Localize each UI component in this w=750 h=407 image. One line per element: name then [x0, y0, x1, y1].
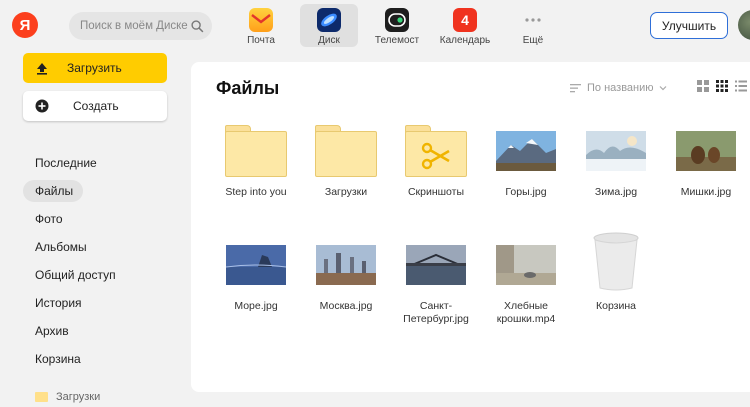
- search-box[interactable]: [69, 12, 212, 40]
- image-thumbnail: [406, 245, 466, 285]
- file-tile[interactable]: Море.jpg: [211, 236, 301, 313]
- plus-circle-icon: [35, 99, 49, 113]
- sidebar-pinned-folder[interactable]: Загрузки: [35, 391, 100, 403]
- folder-icon: [35, 392, 48, 402]
- avatar[interactable]: [738, 10, 750, 40]
- sidebar-item-recent[interactable]: Последние: [23, 152, 97, 174]
- image-thumbnail: [676, 131, 736, 171]
- view-large-tiles-icon[interactable]: [697, 80, 709, 92]
- sidebar-pinned-folder-label: Загрузки: [56, 391, 101, 403]
- search-input[interactable]: [80, 20, 188, 32]
- trash-icon: [593, 232, 639, 291]
- page-title: Файлы: [216, 78, 280, 98]
- sidebar-item-archive[interactable]: Архив: [23, 320, 69, 342]
- sidebar-item-history[interactable]: История: [23, 292, 82, 314]
- file-tile[interactable]: Загрузки: [301, 122, 391, 199]
- app-telemost-label: Телемост: [374, 35, 420, 46]
- view-small-tiles-icon[interactable]: [716, 80, 728, 92]
- chevron-down-icon: [659, 86, 666, 91]
- sort-dropdown[interactable]: По названию: [570, 82, 667, 94]
- upload-button-label: Загрузить: [67, 61, 122, 75]
- image-thumbnail: [586, 131, 646, 171]
- upgrade-button[interactable]: Улучшить: [650, 12, 728, 39]
- file-tile[interactable]: Зима.jpg: [571, 122, 661, 199]
- upload-icon: [37, 63, 47, 75]
- sidebar-item-files[interactable]: Файлы: [23, 180, 83, 202]
- image-thumbnail: [226, 245, 286, 285]
- file-tile[interactable]: Step into you: [211, 122, 301, 199]
- image-thumbnail: [316, 245, 376, 285]
- file-tile[interactable]: Москва.jpg: [301, 236, 391, 313]
- file-name: Загрузки: [324, 186, 368, 198]
- file-tile[interactable]: Мишки.jpg: [661, 122, 750, 199]
- sort-icon: [570, 84, 581, 93]
- file-name: Москва.jpg: [319, 300, 373, 312]
- files-panel: [191, 62, 750, 392]
- sidebar-item-shared[interactable]: Общий доступ: [23, 264, 116, 286]
- app-disk[interactable]: Диск: [300, 4, 358, 47]
- create-button-label: Создать: [73, 99, 119, 113]
- app-mail-label: Почта: [247, 35, 275, 46]
- calendar-badge: 4: [461, 12, 469, 28]
- image-thumbnail: [496, 131, 556, 171]
- more-icon: [521, 8, 545, 32]
- file-name: Корзина: [596, 300, 636, 312]
- scissors-icon: [421, 142, 450, 170]
- file-tile[interactable]: Горы.jpg: [481, 122, 571, 199]
- header: Я Почта Диск Телемост 4 Календарь: [0, 0, 750, 50]
- sort-label: По названию: [587, 82, 654, 94]
- file-name: Зима.jpg: [594, 186, 638, 198]
- calendar-icon: 4: [453, 8, 477, 32]
- file-name: Мишки.jpg: [680, 186, 732, 198]
- yandex-logo[interactable]: Я: [12, 12, 38, 38]
- folder-icon: [315, 125, 377, 177]
- file-tile[interactable]: Корзина: [571, 228, 661, 313]
- file-tile[interactable]: Скриншоты: [391, 122, 481, 199]
- mail-icon: [249, 8, 273, 32]
- video-thumbnail: [496, 245, 556, 285]
- file-tile[interactable]: Хлебные крошки.mp4: [481, 236, 571, 326]
- app-more[interactable]: Ещё: [504, 4, 562, 47]
- app-more-label: Ещё: [522, 35, 544, 46]
- create-button[interactable]: Создать: [23, 91, 167, 121]
- view-list-icon[interactable]: [735, 80, 747, 92]
- file-name: Санкт-Петербург.jpg: [403, 300, 469, 325]
- telemost-icon: [385, 8, 409, 32]
- upload-button[interactable]: Загрузить: [23, 53, 167, 83]
- file-name: Море.jpg: [234, 300, 278, 312]
- app-calendar[interactable]: 4 Календарь: [436, 4, 494, 47]
- app-mail[interactable]: Почта: [232, 4, 290, 47]
- folder-icon: [225, 125, 287, 177]
- file-name: Хлебные крошки.mp4: [496, 300, 556, 325]
- sidebar-item-albums[interactable]: Альбомы: [23, 236, 87, 258]
- app-telemost[interactable]: Телемост: [368, 4, 426, 47]
- sidebar-item-trash[interactable]: Корзина: [23, 348, 81, 370]
- file-name: Step into you: [225, 186, 287, 198]
- app-disk-label: Диск: [318, 35, 340, 46]
- sidebar-item-photo[interactable]: Фото: [23, 208, 63, 230]
- search-icon[interactable]: [191, 20, 204, 33]
- file-tile[interactable]: Санкт-Петербург.jpg: [391, 236, 481, 326]
- screenshots-folder-icon: [405, 125, 467, 177]
- app-calendar-label: Календарь: [439, 35, 491, 46]
- file-name: Скриншоты: [407, 186, 465, 198]
- file-name: Горы.jpg: [505, 186, 547, 198]
- disk-icon: [317, 8, 341, 32]
